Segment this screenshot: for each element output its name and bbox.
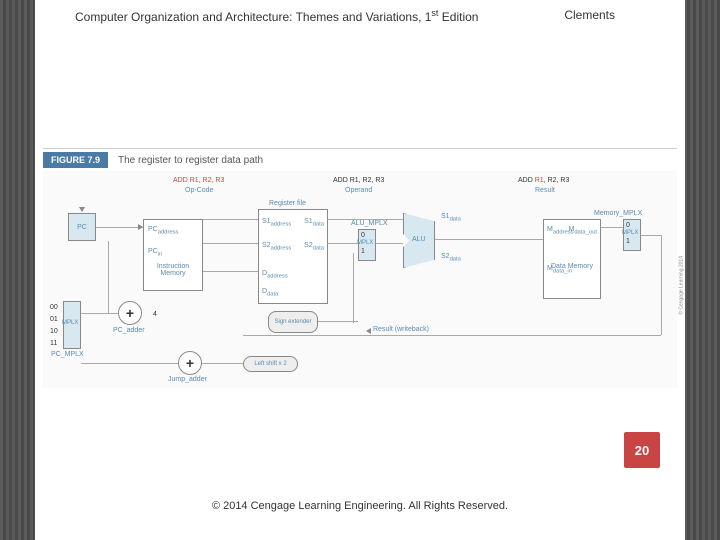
operand-instruction: ADD R1, R2, R3 [333,177,384,184]
author-name: Clements [564,8,615,22]
s1-data-port: S1data [304,218,324,227]
instruction-memory-box: PCaddress PCin Instruction Memory [143,219,203,291]
title-edition: Edition [438,10,478,24]
alu-mplx-box: ALU_MPLX 0 1 MPLX [358,229,376,261]
pc-mplx-box: 00 01 10 11 MPLX [63,301,81,349]
datapath-diagram: ADD R1, R2, R3 Op-Code ADD R1, R2, R3 Op… [43,171,677,389]
mux-1: 1 [361,248,365,255]
book-title: Computer Organization and Architecture: … [75,10,478,24]
pc-adder-label: PC_adder [113,327,145,334]
slide-content: Computer Organization and Architecture: … [35,0,685,540]
sign-extender-box: Sign extender [268,311,318,333]
alu-mplx-label: ALU_MPLX [351,220,388,227]
wire [203,271,258,272]
wire [328,243,358,244]
d-addr-port: Daddress [262,270,288,279]
writeback-label: Result (writeback) [373,326,429,333]
pc-mplx-text: MPLX [62,320,78,326]
wire [376,243,403,244]
copyright-text: © 2014 Cengage Learning Engineering. All… [35,500,685,512]
pc-mux-10: 10 [50,328,58,335]
s2-addr-port: S2address [262,242,291,251]
s2-data-port: S2data [304,242,324,251]
adder-4-label: 4 [153,311,157,318]
figure-number-badge: FIGURE 7.9 [43,152,108,168]
pc-mux-01: 01 [50,316,58,323]
opcode-instruction: ADD R1, R2, R3 [173,177,224,184]
arrow-icon [138,224,143,230]
mplx-text: MPLX [357,240,373,246]
left-shift-box: Left shift x 2 [243,356,298,372]
register-file-label: Register file [269,200,306,207]
wire [243,335,661,336]
mem-mux-0: 0 [626,222,630,229]
pc-mplx-label: PC_MPLX [51,351,84,358]
pc-address-port: PCaddress [148,226,178,235]
pc-mux-00: 00 [50,304,58,311]
data-memory-box: Maddress Mdata_out Mdata_in Data Memory [543,219,601,299]
wire [641,235,661,236]
pc-adder-circle: + [118,301,142,325]
page-number-badge: 20 [624,432,660,468]
wire [353,253,354,323]
alu-label: ALU [412,236,426,243]
wire [318,321,358,322]
title-text: Computer Organization and Architecture: … [75,10,431,24]
instruction-memory-label: Instruction Memory [144,263,202,277]
pc-box: PC [68,213,96,241]
d-data-port: Ddata [262,288,278,297]
s1-data-out: S1data [441,213,461,222]
s2-data-out: S2data [441,253,461,262]
jump-adder-label: Jump_adder [168,376,207,383]
memory-mplx-box: Memory_MPLX 0 1 MPLX [623,219,641,251]
figure-header: FIGURE 7.9 The register to register data… [43,149,677,171]
wire [81,363,178,364]
wire [202,363,243,364]
alu-box: ALU [403,213,435,268]
wire [435,239,543,240]
wire [203,243,258,244]
m-data-out-port: Mdata_out [568,226,597,235]
result-instruction: ADD R1, R2, R3 [518,177,569,184]
m-data-in-port: Mdata_in [547,265,572,274]
wire [108,241,109,313]
pc-in-port: PCin [148,248,162,257]
figure-container: FIGURE 7.9 The register to register data… [43,148,677,388]
result-label: Result [535,187,555,194]
jump-adder-circle: + [178,351,202,375]
operand-label: Operand [345,187,372,194]
arrow-icon [366,328,371,334]
memory-mplx-label: Memory_MPLX [594,210,642,217]
figure-caption: The register to register data path [118,155,263,166]
wire [661,235,662,335]
register-file-box: Register file S1address S1data S2address… [258,209,328,304]
side-copyright: © Cengage Learning 2014 [679,256,685,315]
opcode-label: Op-Code [185,187,213,194]
mux-0: 0 [361,232,365,239]
wire [203,219,258,220]
mem-mplx-text: MPLX [622,230,638,236]
arrow-icon [79,207,85,212]
wire [96,227,143,228]
slide-header: Computer Organization and Architecture: … [75,8,645,24]
pc-mux-11: 11 [50,340,57,347]
s1-addr-port: S1address [262,218,291,227]
wire [81,313,118,314]
wire [328,219,403,220]
mem-mux-1: 1 [626,238,630,245]
wire [601,227,623,228]
